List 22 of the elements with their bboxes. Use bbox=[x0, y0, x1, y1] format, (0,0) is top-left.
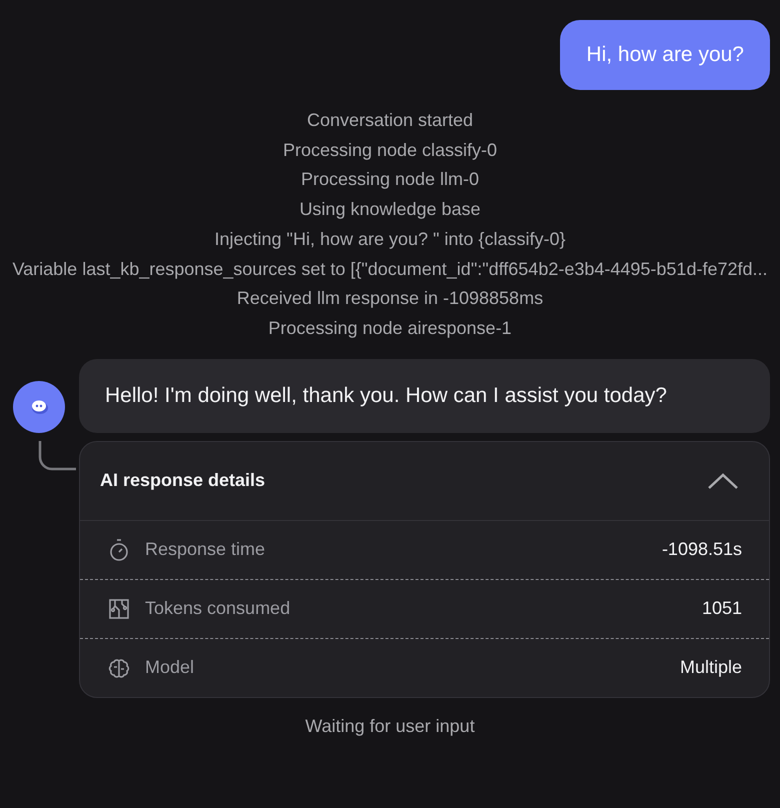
collapse-button[interactable] bbox=[707, 470, 739, 491]
detail-value: Multiple bbox=[680, 657, 742, 678]
stopwatch-icon bbox=[107, 538, 131, 562]
event-log-line: Conversation started bbox=[306, 109, 474, 132]
detail-label: Tokens consumed bbox=[145, 598, 292, 620]
detail-label: Model bbox=[145, 657, 196, 678]
detail-value: 1051 bbox=[702, 598, 742, 620]
bot-avatar-icon bbox=[13, 380, 65, 433]
user-message: Hi, how are you? bbox=[560, 20, 770, 90]
event-log-line: Using knowledge base bbox=[299, 198, 481, 222]
event-log-line: Received llm response in -1098858ms bbox=[236, 287, 544, 310]
event-log-line: Variable last_kb_response_sources set to [{"document_id":"dff654b2-e3b4-4495-b51d-fe72fd... bbox=[12, 258, 768, 281]
details-title: AI response details bbox=[100, 470, 266, 492]
status-text: Waiting for user input bbox=[305, 716, 475, 737]
event-log-line: Processing node llm-0 bbox=[300, 168, 480, 192]
circuit-icon bbox=[107, 596, 131, 621]
detail-value: -1098.51s bbox=[662, 539, 742, 560]
bot-message: Hello! I'm doing well, thank you. How can I assist you today? bbox=[79, 358, 770, 433]
event-log-line: Processing node airesponse-1 bbox=[268, 316, 512, 340]
event-log-line: Injecting "Hi, how are you? " into {classify-0} bbox=[214, 228, 566, 251]
detail-label: Response time bbox=[145, 539, 266, 560]
event-log-line: Processing node classify-0 bbox=[282, 138, 498, 162]
